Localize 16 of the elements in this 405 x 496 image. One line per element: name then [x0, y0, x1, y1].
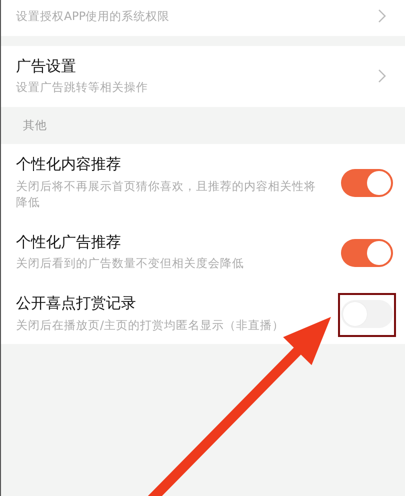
section-header: 其他 [22, 116, 48, 134]
item-description: 关闭后将不再展示首页猜你喜欢，且推荐的内容相关性将降低 [16, 178, 317, 211]
item-description: 关闭后在播放页/主页的打赏均匿名显示（非直播） [16, 316, 285, 334]
item-description: 设置广告跳转等相关操作 [16, 79, 149, 96]
toggle-switch[interactable] [341, 238, 393, 267]
item-description: 关闭后看到的广告数量不变但相关度会降低 [16, 255, 245, 272]
settings-row[interactable]: 广告设置 设置广告跳转等相关操作 [1, 46, 405, 107]
item-title: 公开喜点打赏记录 [16, 294, 137, 314]
toggle-switch[interactable] [341, 169, 393, 198]
chevron-right-icon [377, 8, 387, 24]
item-title: 广告设置 [16, 56, 77, 76]
chevron-right-icon [377, 68, 387, 84]
item-title: 个性化内容推荐 [16, 155, 122, 175]
item-description: 设置授权APP使用的系统权限 [16, 8, 171, 25]
toggle-switch[interactable] [341, 300, 393, 328]
item-title: 个性化广告推荐 [16, 232, 122, 252]
